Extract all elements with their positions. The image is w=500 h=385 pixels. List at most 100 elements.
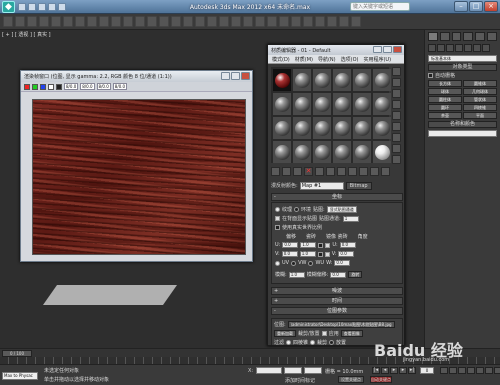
time-rollout-header[interactable]: + 时间 xyxy=(271,297,403,305)
alpha-channel-toggle[interactable] xyxy=(48,83,54,90)
maximize-button[interactable]: □ xyxy=(469,1,483,12)
blur-field[interactable]: 1.0 xyxy=(288,271,305,278)
crop-radio[interactable] xyxy=(310,340,316,345)
viewport-label[interactable]: [ + ] [ 透视 ] [ 真实 ] xyxy=(2,31,51,38)
sample-type-icon[interactable] xyxy=(392,67,401,76)
zoom-field[interactable]: 8/0.0 xyxy=(64,83,79,90)
x-coord-field[interactable] xyxy=(256,367,282,374)
named-selection-icon[interactable] xyxy=(231,16,241,27)
pyramidal-radio[interactable] xyxy=(286,340,292,345)
plane-object[interactable] xyxy=(42,285,178,305)
bitmap-path-button[interactable]: \administrator\Desktop\10max贴图\木纹贴图\B8.j… xyxy=(287,321,395,328)
u-offset-field[interactable]: 0.0 xyxy=(282,242,299,248)
sample-slot[interactable] xyxy=(353,117,371,139)
orbit-icon[interactable] xyxy=(485,367,493,374)
unlink-icon[interactable] xyxy=(39,16,49,27)
sample-slot[interactable] xyxy=(293,93,311,115)
snap-toggle-icon[interactable] xyxy=(183,16,193,27)
menu-material[interactable]: 材质(M) xyxy=(295,56,313,63)
curve-editor-icon[interactable] xyxy=(291,16,301,27)
sample-slot[interactable] xyxy=(313,69,331,91)
monochrome-toggle[interactable] xyxy=(56,83,62,90)
box-button[interactable]: 长方体 xyxy=(428,80,462,87)
plane-button[interactable]: 平面 xyxy=(463,112,497,119)
cylinder-button[interactable]: 圆柱体 xyxy=(428,96,462,103)
material-close-button[interactable] xyxy=(393,46,402,53)
put-to-scene-icon[interactable] xyxy=(282,167,291,176)
uv-radio[interactable] xyxy=(275,260,280,266)
make-preview-icon[interactable] xyxy=(392,122,401,131)
field-of-view-icon[interactable] xyxy=(467,367,475,374)
channel-field-2[interactable]: 8/0.0 xyxy=(96,83,111,90)
align-icon[interactable] xyxy=(255,16,265,27)
menu-options[interactable]: 选项(O) xyxy=(341,56,359,63)
object-type-rollout[interactable]: 对象类型 xyxy=(428,64,497,71)
close-button[interactable]: × xyxy=(484,1,498,12)
render-setup-icon[interactable] xyxy=(327,16,337,27)
put-to-library-icon[interactable] xyxy=(326,167,335,176)
mirror-icon[interactable] xyxy=(243,16,253,27)
sample-slot[interactable] xyxy=(313,117,331,139)
material-maximize-button[interactable] xyxy=(383,46,392,53)
pyramid-button[interactable]: 四棱锥 xyxy=(463,104,497,111)
assign-to-selection-icon[interactable] xyxy=(293,167,302,176)
y-coord-field[interactable] xyxy=(284,367,302,374)
v-mirror-checkbox[interactable] xyxy=(317,251,323,257)
previous-frame-icon[interactable]: ◂ xyxy=(381,367,389,374)
bitmap-parameters-rollout-header[interactable]: - 位图参数 xyxy=(271,307,403,315)
autogrid-checkbox[interactable] xyxy=(428,73,433,78)
helpers-icon[interactable] xyxy=(464,44,472,52)
u-tile-checkbox[interactable] xyxy=(325,242,331,248)
show-map-on-back-checkbox[interactable] xyxy=(275,216,280,221)
zoom-extents-icon[interactable] xyxy=(458,367,466,374)
modify-tab-icon[interactable] xyxy=(439,32,450,41)
sample-slot[interactable] xyxy=(333,93,351,115)
place-radio[interactable] xyxy=(329,340,335,345)
texture-radio[interactable] xyxy=(275,207,280,212)
sample-slot[interactable] xyxy=(373,141,391,163)
select-by-name-icon[interactable] xyxy=(87,16,97,27)
sample-slot[interactable] xyxy=(353,141,371,163)
sample-slot[interactable] xyxy=(313,93,331,115)
cameras-icon[interactable] xyxy=(455,44,463,52)
torus-button[interactable]: 圆环 xyxy=(428,104,462,111)
selection-filter-icon[interactable] xyxy=(63,16,73,27)
material-options-icon[interactable] xyxy=(392,133,401,142)
link-icon[interactable] xyxy=(27,16,37,27)
help-search-input[interactable]: 键入关键字或短语 xyxy=(350,2,410,11)
auto-key-button[interactable]: 自动关键点 xyxy=(370,376,392,383)
bind-space-warp-icon[interactable] xyxy=(51,16,61,27)
sample-slot[interactable] xyxy=(333,69,351,91)
utilities-tab-icon[interactable] xyxy=(487,32,497,41)
blue-channel-toggle[interactable] xyxy=(40,83,46,90)
select-and-move-icon[interactable] xyxy=(123,16,133,27)
spinner-snap-icon[interactable] xyxy=(219,16,229,27)
maxscript-listener-input[interactable]: Max to Physac xyxy=(2,372,38,380)
maximize-viewport-icon[interactable] xyxy=(494,367,500,374)
category-dropdown[interactable]: 标准基本体 xyxy=(428,55,497,62)
rectangle-selection-icon[interactable] xyxy=(99,16,109,27)
current-frame-field[interactable]: 0 xyxy=(420,367,434,374)
v-tiling-field[interactable]: 1.0 xyxy=(299,251,316,257)
rendered-frame-icon[interactable] xyxy=(339,16,349,27)
u-angle-field[interactable]: 0.0 xyxy=(339,242,356,248)
geosphere-button[interactable]: 几何球体 xyxy=(463,88,497,95)
channel-field-3[interactable]: 8/0.0 xyxy=(112,83,128,90)
window-crossing-icon[interactable] xyxy=(111,16,121,27)
go-to-parent-icon[interactable] xyxy=(370,167,379,176)
z-coord-field[interactable] xyxy=(304,367,322,374)
view-image-button[interactable]: 查看图像 xyxy=(340,330,363,337)
schematic-view-icon[interactable] xyxy=(303,16,313,27)
create-tab-icon[interactable] xyxy=(428,32,438,41)
cone-button[interactable]: 圆锥体 xyxy=(463,80,497,87)
bitmap-minimize-button[interactable] xyxy=(221,72,230,80)
graphite-toggle-icon[interactable] xyxy=(279,16,289,27)
sample-slot[interactable] xyxy=(353,93,371,115)
display-tab-icon[interactable] xyxy=(475,32,486,41)
teapot-button[interactable]: 茶壶 xyxy=(428,112,462,119)
vw-radio[interactable] xyxy=(291,260,297,266)
wu-radio[interactable] xyxy=(308,260,314,266)
u-tiling-field[interactable]: 1.0 xyxy=(300,242,317,248)
get-material-icon[interactable] xyxy=(271,167,280,176)
green-channel-toggle[interactable] xyxy=(32,83,38,90)
